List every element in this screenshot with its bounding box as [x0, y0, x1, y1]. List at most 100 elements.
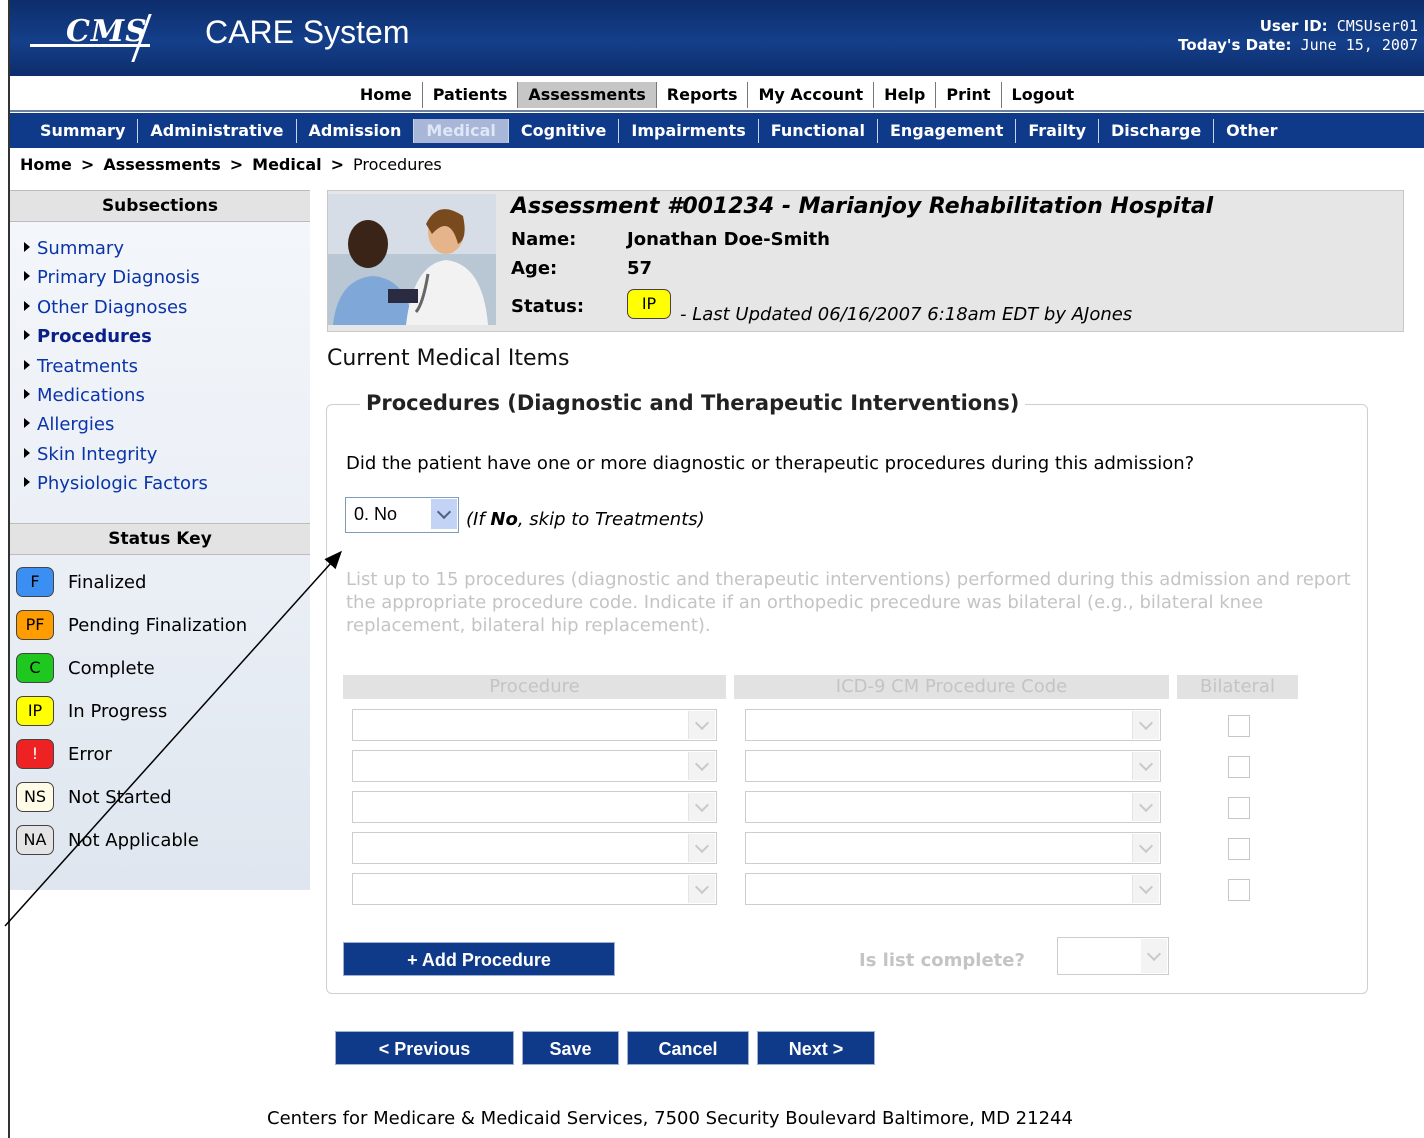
tab-cognitive[interactable]: Cognitive: [509, 118, 620, 143]
bilateral-checkbox-2[interactable]: [1228, 756, 1250, 778]
breadcrumb-separator: >: [330, 155, 345, 174]
sidebar-item-medications[interactable]: Medications: [24, 381, 310, 410]
arrow-right-icon: [24, 330, 30, 341]
chevron-down-icon: [1132, 875, 1159, 903]
procedure-select-4[interactable]: [352, 832, 717, 864]
status-badge: IP: [627, 289, 671, 319]
tab-administrative[interactable]: Administrative: [138, 118, 297, 143]
procedure-code-select-4[interactable]: [745, 832, 1161, 864]
breadcrumb-medical[interactable]: Medical: [252, 155, 321, 174]
tab-admission[interactable]: Admission: [297, 118, 415, 143]
nav-help[interactable]: Help: [874, 81, 937, 108]
procedure-code-select-2[interactable]: [745, 750, 1161, 782]
app-title: CARE System: [205, 14, 410, 50]
list-complete-select[interactable]: [1057, 937, 1169, 975]
chevron-down-icon: [1132, 834, 1159, 862]
bilateral-checkbox-5[interactable]: [1228, 879, 1250, 901]
arrow-right-icon: [24, 447, 30, 458]
sidebar-item-primary-diagnosis[interactable]: Primary Diagnosis: [24, 263, 310, 292]
arrow-right-icon: [24, 271, 30, 282]
procedure-select-1[interactable]: [352, 709, 717, 741]
procedure-select-3[interactable]: [352, 791, 717, 823]
column-header-procedure-code: ICD-9 CM Procedure Code: [734, 675, 1169, 699]
status-key-row: PF Pending Finalization: [16, 604, 310, 647]
cms-logo[interactable]: CMS: [28, 8, 178, 64]
chevron-down-icon[interactable]: [431, 499, 457, 529]
footer-address: Centers for Medicare & Medicaid Services…: [267, 1108, 1073, 1129]
sidebar-item-treatments[interactable]: Treatments: [24, 352, 310, 381]
breadcrumb-separator: >: [80, 155, 95, 174]
assessment-info-panel: Assessment #001234 - Marianjoy Rehabilit…: [327, 190, 1404, 332]
status-key-title: Status Key: [10, 522, 310, 555]
sidebar-item-physiologic-factors[interactable]: Physiologic Factors: [24, 469, 310, 498]
procedure-select-5[interactable]: [352, 873, 717, 905]
tab-frailty[interactable]: Frailty: [1016, 118, 1100, 143]
sidebar-item-procedures[interactable]: Procedures: [24, 322, 310, 351]
sidebar: Subsections Summary Primary Diagnosis Ot…: [10, 190, 310, 890]
arrow-right-icon: [24, 477, 30, 488]
tab-medical[interactable]: Medical: [414, 118, 509, 143]
tab-impairments[interactable]: Impairments: [619, 118, 759, 143]
breadcrumb-assessments[interactable]: Assessments: [103, 155, 220, 174]
tab-discharge[interactable]: Discharge: [1099, 118, 1215, 143]
nav-assessments[interactable]: Assessments: [518, 81, 657, 108]
chevron-down-icon: [1141, 939, 1167, 973]
breadcrumb-home[interactable]: Home: [20, 155, 72, 174]
column-header-procedure: Procedure: [343, 675, 726, 699]
status-key-row: IP In Progress: [16, 690, 310, 733]
tab-functional[interactable]: Functional: [759, 118, 878, 143]
sidebar-item-summary[interactable]: Summary: [24, 234, 310, 263]
next-button[interactable]: Next >: [757, 1031, 875, 1065]
patient-photo: [328, 194, 496, 325]
procedure-code-select-5[interactable]: [745, 873, 1161, 905]
procedures-answer-value: 0. No: [354, 504, 398, 524]
status-key-row: NA Not Applicable: [16, 819, 310, 862]
tab-other[interactable]: Other: [1214, 119, 1289, 143]
status-key-row: NS Not Started: [16, 776, 310, 819]
nav-home[interactable]: Home: [350, 81, 423, 108]
nav-reports[interactable]: Reports: [657, 81, 749, 108]
user-id-label: User ID:: [1259, 17, 1328, 35]
cancel-button[interactable]: Cancel: [627, 1031, 749, 1065]
nav-patients[interactable]: Patients: [423, 81, 519, 108]
status-key-row: F Finalized: [16, 561, 310, 604]
arrow-right-icon: [24, 389, 30, 400]
status-badge-f: F: [16, 567, 54, 598]
chevron-down-icon: [688, 752, 715, 780]
procedure-select-2[interactable]: [352, 750, 717, 782]
previous-button[interactable]: < Previous: [335, 1031, 514, 1065]
status-badge-error: !: [16, 739, 54, 770]
top-nav: Home Patients Assessments Reports My Acc…: [10, 79, 1424, 112]
tab-summary[interactable]: Summary: [10, 118, 139, 143]
chevron-down-icon: [688, 711, 715, 739]
nav-logout[interactable]: Logout: [1002, 82, 1085, 108]
section-tabs: Summary Administrative Admission Medical…: [10, 113, 1424, 148]
status-key-row: C Complete: [16, 647, 310, 690]
bilateral-checkbox-3[interactable]: [1228, 797, 1250, 819]
procedures-description: List up to 15 procedures (diagnostic and…: [346, 569, 1351, 636]
fieldset-title: Procedures (Diagnostic and Therapeutic I…: [360, 391, 1026, 415]
breadcrumb-current: Procedures: [353, 155, 442, 174]
tab-engagement[interactable]: Engagement: [878, 118, 1017, 143]
status-key-row: ! Error: [16, 733, 310, 776]
procedure-code-select-3[interactable]: [745, 791, 1161, 823]
todays-date: June 15, 2007: [1300, 36, 1418, 54]
sidebar-item-skin-integrity[interactable]: Skin Integrity: [24, 440, 310, 469]
status-key: F Finalized PF Pending Finalization C Compl…: [10, 555, 310, 862]
bilateral-checkbox-1[interactable]: [1228, 715, 1250, 737]
chevron-down-icon: [1132, 752, 1159, 780]
sidebar-item-allergies[interactable]: Allergies: [24, 410, 310, 439]
procedures-answer-select[interactable]: 0. No: [345, 497, 459, 533]
chevron-down-icon: [1132, 711, 1159, 739]
sidebar-item-other-diagnoses[interactable]: Other Diagnoses: [24, 293, 310, 322]
procedures-question: Did the patient have one or more diagnos…: [346, 453, 1195, 474]
bilateral-checkbox-4[interactable]: [1228, 838, 1250, 860]
last-updated: - Last Updated 06/16/2007 6:18am EDT by …: [680, 304, 1133, 325]
add-procedure-button[interactable]: + Add Procedure: [343, 942, 615, 976]
procedure-code-select-1[interactable]: [745, 709, 1161, 741]
save-button[interactable]: Save: [522, 1031, 619, 1065]
nav-my-account[interactable]: My Account: [748, 81, 875, 108]
nav-print[interactable]: Print: [936, 81, 1002, 108]
chevron-down-icon: [1132, 793, 1159, 821]
column-header-bilateral: Bilateral: [1177, 675, 1298, 699]
